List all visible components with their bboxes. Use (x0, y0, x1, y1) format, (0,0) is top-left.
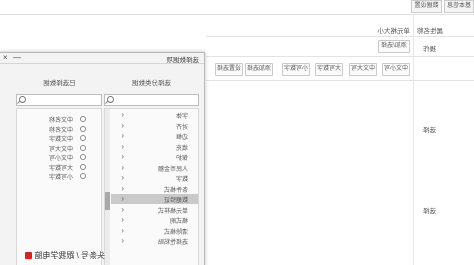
category-item-label: 保护 (175, 156, 188, 162)
chevron-right-icon[interactable]: ‹ (121, 236, 124, 245)
select-label: 选择 (423, 208, 436, 215)
chevron-right-icon[interactable]: ‹ (121, 152, 124, 161)
category-item-label: 单元格样式 (157, 208, 188, 215)
radio-icon[interactable] (80, 144, 86, 151)
select-data-dialog: 选择数据项 — × 选择分类数据 字体 ‹ 对齐 ‹ 边框 ‹ 填充 ‹ 保护 ‹ 人民币金额 ‹ 数字… (0, 52, 205, 265)
category-list-item[interactable]: 填充 ‹ (111, 142, 198, 152)
selected-list-item[interactable]: 中文大写 (17, 143, 101, 153)
chevron-right-icon[interactable]: ‹ (121, 163, 124, 172)
select-label: 选择 (423, 127, 436, 134)
chevron-right-icon[interactable]: ‹ (121, 173, 124, 182)
chevron-right-icon[interactable]: ‹ (121, 184, 124, 193)
selected-list-item[interactable]: 中文小写 (17, 152, 101, 162)
tab-data-settings[interactable]: 数据设置 (411, 0, 442, 13)
category-list-item[interactable]: 数据验证 ‹ (111, 194, 198, 204)
selected-list-item[interactable]: 大写数字 (17, 162, 101, 172)
selected-panel-header: 已选择数据 (43, 80, 76, 87)
close-icon[interactable]: × (3, 53, 8, 62)
title-divider (0, 63, 204, 64)
chevron-right-icon[interactable]: ‹ (121, 215, 124, 224)
add-select-button[interactable]: 添加/选择 (378, 40, 410, 53)
category-list-item[interactable]: 边框 ‹ (111, 131, 198, 141)
category-item-label: 边框 (175, 135, 188, 141)
category-list-item[interactable]: 字体 ‹ (111, 110, 198, 120)
selected-list[interactable]: 中文名称 中文名称 中文数字 中文大写 中文小写 大写数字 小写数字 (16, 108, 102, 265)
radio-icon[interactable] (80, 163, 86, 170)
category-list-item[interactable]: 保护 ‹ (111, 152, 198, 162)
selected-list-item[interactable]: 中文名称 (17, 114, 101, 124)
selected-search-input[interactable] (16, 94, 102, 106)
category-list-item[interactable]: 条件格式 ‹ (111, 184, 198, 194)
category-item-label: 格式刷 (169, 219, 188, 225)
category-list[interactable]: 字体 ‹ 对齐 ‹ 边框 ‹ 填充 ‹ 保护 ‹ 人民币金额 ‹ 数字 ‹ 条件格式 ‹ 数据验证 ‹ 单元格样式 ‹… (104, 108, 199, 265)
action-label: 操作 (423, 46, 436, 53)
category-item-label: 字体 (175, 114, 188, 120)
category-list-item[interactable]: 格式刷 ‹ (111, 215, 198, 225)
category-list-item[interactable]: 清除格式 ‹ (111, 226, 198, 236)
selected-item-label: 小写数字 (48, 175, 73, 181)
category-item-label: 填充 (175, 145, 188, 152)
chevron-right-icon[interactable]: ‹ (121, 226, 124, 235)
chevron-right-icon[interactable]: ‹ (121, 131, 124, 140)
chevron-right-icon[interactable]: ‹ (121, 110, 124, 119)
category-list-item[interactable]: 数字 ‹ (111, 173, 198, 183)
chevron-right-icon[interactable]: ‹ (121, 142, 124, 151)
search-icon[interactable] (107, 96, 114, 103)
watermark-text: 头条号 / 跟我学电脑 (34, 251, 105, 260)
category-list-scrollbar[interactable] (105, 109, 110, 265)
category-item-label: 选择性粘贴 (157, 240, 188, 246)
chevron-right-icon[interactable]: ‹ (121, 121, 124, 130)
category-item-label: 清除格式 (163, 229, 188, 236)
category-list-item[interactable]: 单元格样式 ‹ (111, 205, 198, 215)
scrollbar-thumb[interactable] (105, 192, 110, 210)
property-name-value: 单元格大小 (377, 28, 411, 35)
radio-icon[interactable] (80, 116, 86, 122)
search-icon[interactable] (19, 96, 26, 103)
format-button[interactable]: 添加选择 (245, 63, 273, 76)
selected-list-item[interactable]: 中文数字 (17, 133, 101, 143)
category-item-label: 数据验证 (163, 198, 188, 204)
chevron-right-icon[interactable]: ‹ (121, 205, 124, 214)
app-screen: 基本信息 数据设置 属性名称 单元格大小 操作 添加/选择 中文小写 中文大写 大写… (0, 0, 474, 265)
category-item-label: 人民币金额 (157, 166, 188, 173)
category-list-item[interactable]: 选择性粘贴 ‹ (111, 236, 198, 246)
category-item-label: 对齐 (175, 124, 188, 131)
minimize-icon[interactable]: — (13, 53, 21, 62)
category-item-label: 数字 (175, 177, 188, 183)
selected-list-item[interactable]: 中文名称 (17, 124, 101, 134)
category-search-input[interactable] (104, 94, 199, 106)
selected-list-item[interactable]: 小写数字 (17, 171, 101, 181)
watermark: 头条号 / 跟我学电脑 (0, 249, 105, 262)
tab-divider (0, 14, 474, 15)
radio-icon[interactable] (80, 173, 86, 179)
chevron-right-icon[interactable]: ‹ (121, 194, 124, 203)
category-panel-header: 选择分类数据 (132, 80, 171, 87)
category-list-item[interactable]: 人民币金额 ‹ (111, 163, 198, 173)
property-name-label: 属性名称 (417, 28, 443, 35)
category-list-item[interactable]: 对齐 ‹ (111, 121, 198, 131)
format-button[interactable]: 中文小写 (382, 63, 410, 76)
format-button[interactable]: 小写数字 (282, 63, 310, 76)
format-button[interactable]: 大写数字 (315, 63, 343, 76)
format-button[interactable]: 设置选择 (215, 63, 243, 76)
row-divider (206, 36, 474, 37)
radio-icon[interactable] (80, 125, 86, 132)
row-divider (206, 80, 474, 81)
radio-icon[interactable] (80, 154, 86, 160)
radio-icon[interactable] (80, 135, 86, 141)
label-column-divider (413, 15, 414, 265)
tab-basic-info[interactable]: 基本信息 (444, 0, 474, 13)
category-item-label: 条件格式 (163, 187, 188, 194)
watermark-logo-icon (25, 252, 33, 260)
row-divider (206, 56, 474, 57)
format-button[interactable]: 中文大写 (349, 63, 377, 76)
